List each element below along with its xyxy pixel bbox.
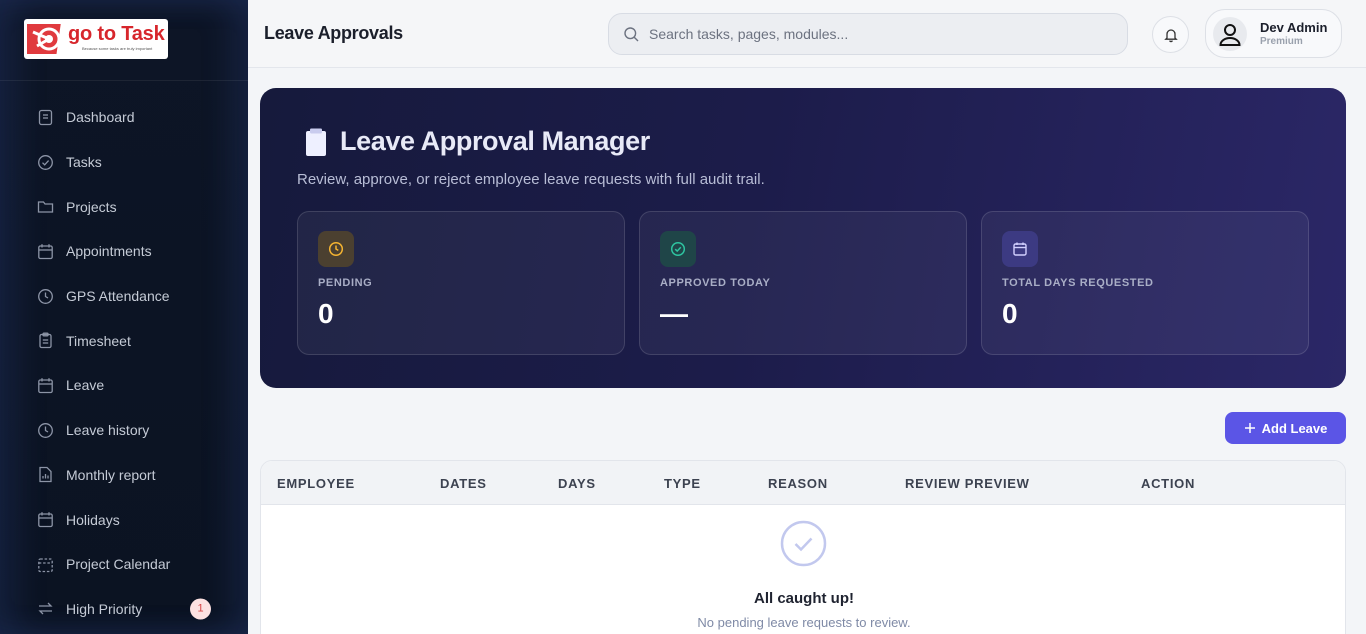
sidebar-item-label: Holidays [66,511,120,528]
target-logo-icon [27,24,61,54]
sidebar-item-label: Project Calendar [66,556,171,573]
sidebar-item-label: High Priority [66,600,143,617]
sidebar-item-leave-history[interactable]: Leave history [0,408,248,453]
calendar-icon [37,377,54,394]
dashboard-icon [37,109,54,126]
user-plan: Premium [1260,36,1303,47]
search-input[interactable] [649,26,1089,42]
clipboard-icon [304,127,328,157]
calendar-icon [1002,231,1038,267]
search-bar[interactable] [608,13,1128,55]
hero-subtitle: Review, approve, or reject employee leav… [297,171,765,188]
column-header-type[interactable]: TYPE [664,476,701,491]
sidebar-item-label: Tasks [66,154,102,171]
check-circle-icon [780,520,827,567]
plus-icon [1244,422,1256,434]
check-circle-icon [660,231,696,267]
column-header-review-preview[interactable]: REVIEW PREVIEW [905,476,1030,491]
sidebar-item-label: Monthly report [66,466,156,483]
stat-label: TOTAL DAYS REQUESTED [1002,277,1154,289]
check-circle-icon [37,154,54,171]
sidebar-item-holidays[interactable]: Holidays [0,497,248,542]
sidebar-item-label: Projects [66,198,117,215]
stat-card-pending: PENDING 0 [297,211,625,355]
stat-value: 0 [1002,298,1018,329]
brand-tagline: Because some tasks are truly important [82,46,153,51]
avatar [1213,17,1247,51]
user-menu[interactable]: Dev Admin Premium [1205,9,1342,58]
calendar-dashed-icon [37,556,54,573]
clock-icon [318,231,354,267]
column-header-employee[interactable]: EMPLOYEE [277,476,355,491]
bell-icon [1163,28,1178,42]
calendar-icon [37,511,54,528]
sidebar-item-label: Dashboard [66,109,135,126]
sidebar-nav: Dashboard Tasks Projects Appointments GP… [0,81,248,631]
arrows-icon [37,600,54,617]
brand-logo[interactable]: go to Task Because some tasks are truly … [24,19,168,59]
stat-card-total-days: TOTAL DAYS REQUESTED 0 [981,211,1309,355]
sidebar-item-label: Leave [66,377,105,394]
column-header-dates[interactable]: DATES [440,476,487,491]
column-header-reason[interactable]: REASON [768,476,828,491]
stat-value: 0 [318,298,334,329]
notifications-button[interactable] [1152,16,1189,53]
sidebar-item-label: Leave history [66,422,150,439]
stat-label: PENDING [318,277,373,289]
sidebar-item-monthly-report[interactable]: Monthly report [0,453,248,498]
sidebar-item-appointments[interactable]: Appointments [0,229,248,274]
logo-area: go to Task Because some tasks are truly … [0,0,248,81]
sidebar-item-high-priority[interactable]: High Priority 1 [0,587,248,632]
sidebar-item-label: Appointments [66,243,152,260]
clock-icon [37,288,54,305]
search-icon [623,26,640,43]
leave-requests-table: EMPLOYEE DATES DAYS TYPE REASON REVIEW P… [260,460,1346,634]
column-header-action[interactable]: ACTION [1141,476,1195,491]
top-header: Leave Approvals Dev Admin Premium [248,0,1366,68]
clock-icon [37,422,54,439]
sidebar: go to Task Because some tasks are truly … [0,0,248,634]
notification-badge: 1 [190,598,211,620]
sidebar-item-leave[interactable]: Leave [0,363,248,408]
user-name: Dev Admin [1260,20,1328,35]
sidebar-item-dashboard[interactable]: Dashboard [0,95,248,140]
hero-title: Leave Approval Manager [304,126,650,157]
stat-label: APPROVED TODAY [660,277,771,289]
sidebar-item-tasks[interactable]: Tasks [0,140,248,185]
sidebar-item-project-calendar[interactable]: Project Calendar [0,542,248,587]
page-title: Leave Approvals [264,23,403,43]
sidebar-item-gps-attendance[interactable]: GPS Attendance [0,274,248,319]
hero-title-text: Leave Approval Manager [340,126,650,156]
stat-value: — [660,298,688,329]
sidebar-item-label: GPS Attendance [66,288,170,305]
table-header: EMPLOYEE DATES DAYS TYPE REASON REVIEW P… [261,461,1345,505]
user-icon [1219,24,1241,46]
column-header-days[interactable]: DAYS [558,476,596,491]
sidebar-item-label: Timesheet [66,332,131,349]
sidebar-item-projects[interactable]: Projects [0,184,248,229]
empty-state-title: All caught up! [754,590,854,607]
add-leave-label: Add Leave [1261,420,1328,436]
add-leave-button[interactable]: Add Leave [1225,412,1346,444]
stat-card-approved-today: APPROVED TODAY — [639,211,967,355]
calendar-icon [37,243,54,260]
clipboard-icon [37,332,54,349]
sidebar-item-timesheet[interactable]: Timesheet [0,318,248,363]
empty-state-subtitle: No pending leave requests to review. [697,615,911,630]
brand-name: go to Task [68,23,165,45]
folder-icon [37,198,54,215]
hero-banner: Leave Approval Manager Review, approve, … [260,88,1346,388]
report-icon [37,466,54,483]
